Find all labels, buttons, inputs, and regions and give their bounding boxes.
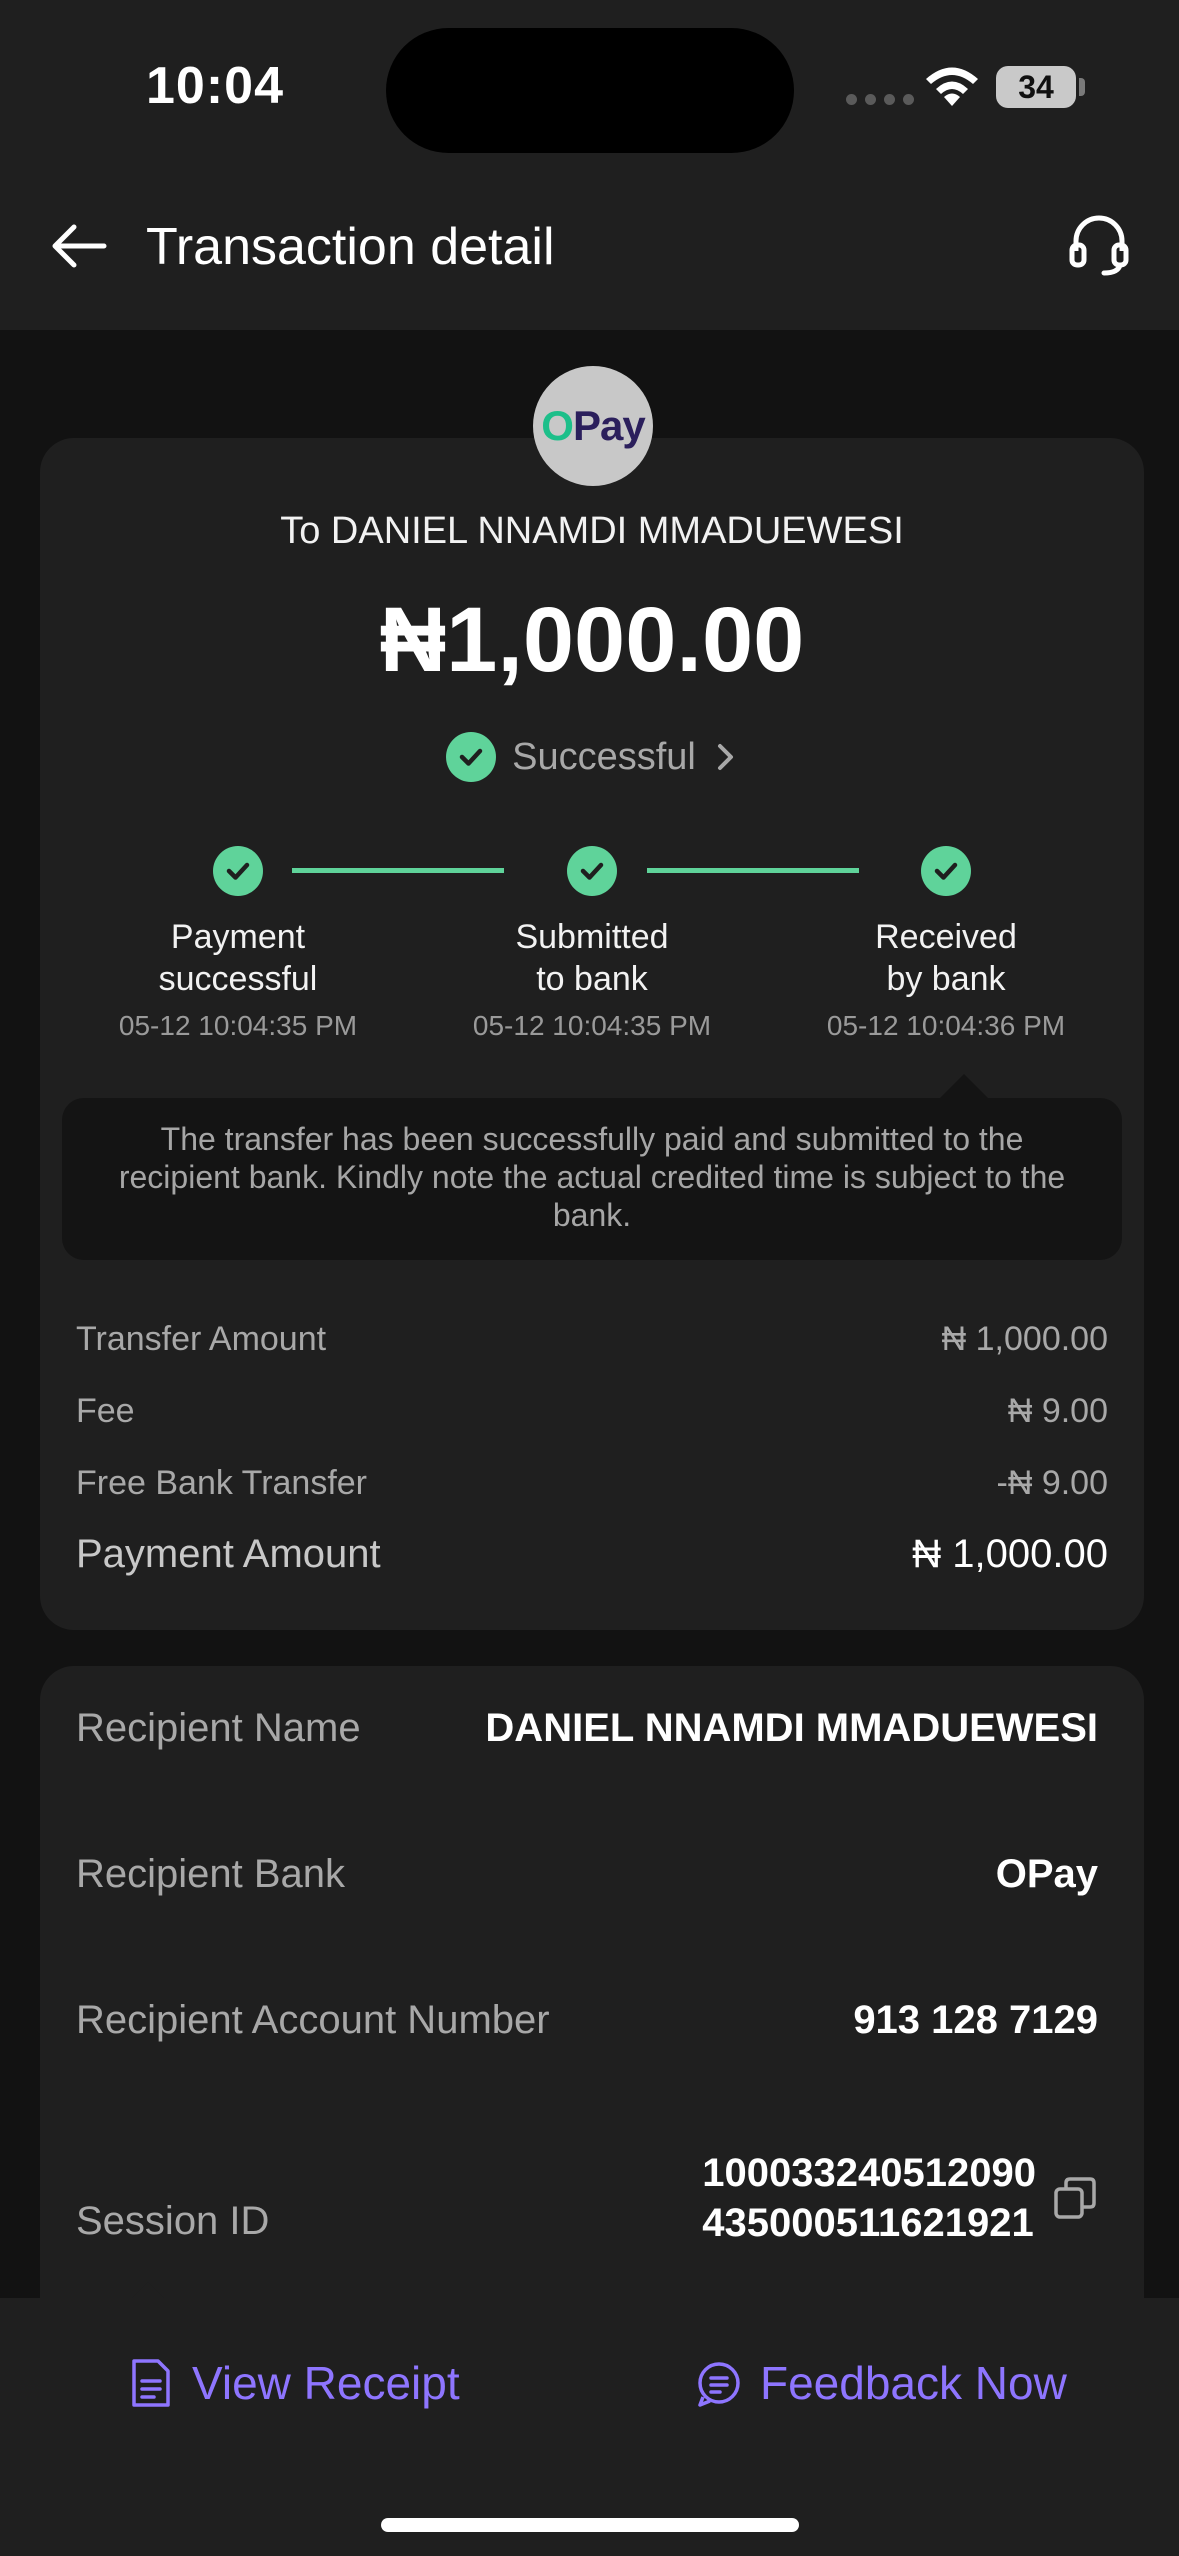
detail-value: OPay bbox=[995, 1852, 1098, 1896]
view-receipt-button[interactable]: View Receipt bbox=[128, 2356, 460, 2410]
home-indicator[interactable] bbox=[381, 2518, 799, 2532]
transaction-status[interactable]: Successful bbox=[40, 732, 1144, 782]
transaction-summary-card: To DANIEL NNAMDI MMADUEWESI ₦1,000.00 Su… bbox=[40, 438, 1144, 1630]
step-time: 05-12 10:04:36 PM bbox=[826, 1010, 1066, 1041]
session-id-value: 100033240512090 435000511621921 bbox=[702, 2151, 1036, 2245]
tooltip-pointer bbox=[132, 2282, 164, 2298]
detail-label: Recipient Name bbox=[76, 1706, 361, 1750]
detail-label: Session ID bbox=[76, 2199, 270, 2243]
step-label: Submitted to bank bbox=[515, 918, 669, 998]
chevron-right-icon bbox=[717, 744, 733, 770]
battery-tip bbox=[1079, 78, 1085, 96]
fee-value: ₦ 1,000.00 bbox=[941, 1320, 1108, 1358]
fee-value: ₦ 9.00 bbox=[1007, 1392, 1108, 1430]
page-title: Transaction detail bbox=[146, 218, 555, 276]
step-check-icon bbox=[213, 846, 263, 896]
detail-row-session-id: Session ID 100033240512090 43500051162192… bbox=[76, 2148, 1098, 2248]
success-check-icon bbox=[446, 732, 497, 782]
fee-label: Free Bank Transfer bbox=[76, 1464, 368, 1502]
step-time: 05-12 10:04:35 PM bbox=[472, 1010, 712, 1041]
detail-label: Recipient Bank bbox=[76, 1852, 346, 1896]
detail-value: DANIEL NNAMDI MMADUEWESI bbox=[485, 1706, 1098, 1750]
view-receipt-label: View Receipt bbox=[192, 2357, 460, 2409]
fee-row-payment-amount: Payment Amount ₦ 1,000.00 bbox=[76, 1532, 1108, 1577]
transfer-note: The transfer has been successfully paid … bbox=[62, 1098, 1122, 1260]
status-time: 10:04 bbox=[146, 57, 284, 115]
transaction-amount: ₦1,000.00 bbox=[379, 589, 805, 691]
fee-row-transfer-amount: Transfer Amount ₦ 1,000.00 bbox=[76, 1320, 1108, 1359]
app-header: Transaction detail bbox=[0, 165, 1179, 330]
feedback-chat-icon bbox=[698, 2362, 740, 2407]
step-payment-successful: Payment successful 05-12 10:04:35 PM bbox=[58, 846, 418, 1042]
opay-logo: OPay bbox=[533, 366, 653, 486]
fee-row-fee: Fee ₦ 9.00 bbox=[76, 1392, 1108, 1431]
feedback-now-button[interactable]: Feedback Now bbox=[696, 2356, 1067, 2410]
wifi-icon bbox=[926, 67, 978, 106]
cellular-signal-icon bbox=[846, 94, 914, 105]
copy-icon[interactable] bbox=[1052, 2175, 1098, 2221]
recipient-heading: To DANIEL NNAMDI MMADUEWESI bbox=[280, 510, 904, 552]
back-arrow-icon[interactable] bbox=[48, 215, 110, 277]
note-pointer bbox=[938, 1074, 990, 1100]
detail-row-recipient-name: Recipient Name DANIEL NNAMDI MMADUEWESI bbox=[76, 1706, 1098, 1751]
battery-indicator: 34 bbox=[996, 66, 1076, 108]
step-label: Payment successful bbox=[158, 918, 318, 998]
fee-label: Fee bbox=[76, 1392, 135, 1430]
step-check-icon bbox=[567, 846, 617, 896]
headset-support-icon[interactable] bbox=[1068, 211, 1130, 277]
step-submitted-to-bank: Submitted to bank 05-12 10:04:35 PM bbox=[412, 846, 772, 1042]
status-label: Successful bbox=[512, 735, 696, 778]
status-bar: 10:04 34 bbox=[0, 0, 1179, 165]
fee-row-free-bank-transfer: Free Bank Transfer -₦ 9.00 bbox=[76, 1464, 1108, 1503]
detail-value: 913 128 7129 bbox=[853, 1998, 1098, 2042]
step-received-by-bank: Received by bank 05-12 10:04:36 PM bbox=[766, 846, 1126, 1042]
step-check-icon bbox=[921, 846, 971, 896]
dynamic-island bbox=[386, 28, 794, 153]
step-time: 05-12 10:04:35 PM bbox=[118, 1010, 358, 1041]
feedback-now-label: Feedback Now bbox=[760, 2357, 1067, 2409]
receipt-icon bbox=[132, 2359, 170, 2407]
fee-label: Transfer Amount bbox=[76, 1320, 327, 1358]
fee-value: -₦ 9.00 bbox=[996, 1464, 1109, 1502]
fee-label: Payment Amount bbox=[76, 1532, 381, 1576]
detail-row-account-number: Recipient Account Number 913 128 7129 bbox=[76, 1998, 1098, 2043]
detail-label: Recipient Account Number bbox=[76, 1998, 550, 2042]
fee-value: ₦ 1,000.00 bbox=[912, 1532, 1108, 1576]
step-label: Received by bank bbox=[875, 918, 1017, 998]
detail-row-recipient-bank: Recipient Bank OPay bbox=[76, 1852, 1098, 1897]
